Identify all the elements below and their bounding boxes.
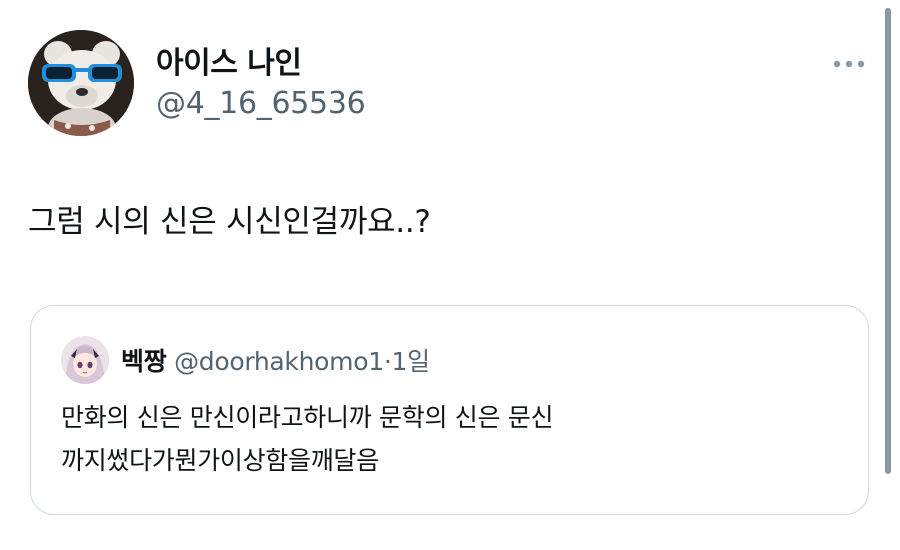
quoted-text-line: 까지썼다가뭔가이상함을깨달음 [61, 446, 379, 475]
author-avatar[interactable] [28, 30, 134, 136]
quoted-author-display-name[interactable]: 벡짱 [121, 347, 167, 376]
quoted-text-line: 만화의 신은 만신이라고하니까 문학의 신은 문신 [61, 403, 554, 432]
teddy-bear-avatar-image [28, 30, 134, 136]
quoted-tweet[interactable]: 벡짱 @doorhakhomo1·1일 만화의 신은 만신이라고하니까 문학의 … [30, 305, 869, 515]
quoted-author-handle[interactable]: @doorhakhomo1 [174, 347, 384, 376]
anime-girl-avatar-image [61, 336, 109, 384]
ellipsis-icon[interactable] [832, 55, 866, 68]
scrollbar[interactable] [885, 8, 891, 474]
quoted-tweet-header: 벡짱 @doorhakhomo1·1일 [121, 342, 430, 378]
quoted-author-avatar[interactable] [61, 336, 109, 384]
tweet-text: 그럼 시의 신은 시신인걸까요..? [28, 204, 431, 240]
author-display-name[interactable]: 아이스 나인 [156, 38, 302, 82]
quoted-tweet-text: 만화의 신은 만신이라고하니까 문학의 신은 문신 까지썼다가뭔가이상함을깨달음 [61, 396, 554, 482]
quoted-timestamp[interactable]: 1일 [391, 347, 430, 376]
author-handle[interactable]: @4_16_65536 [156, 86, 366, 121]
